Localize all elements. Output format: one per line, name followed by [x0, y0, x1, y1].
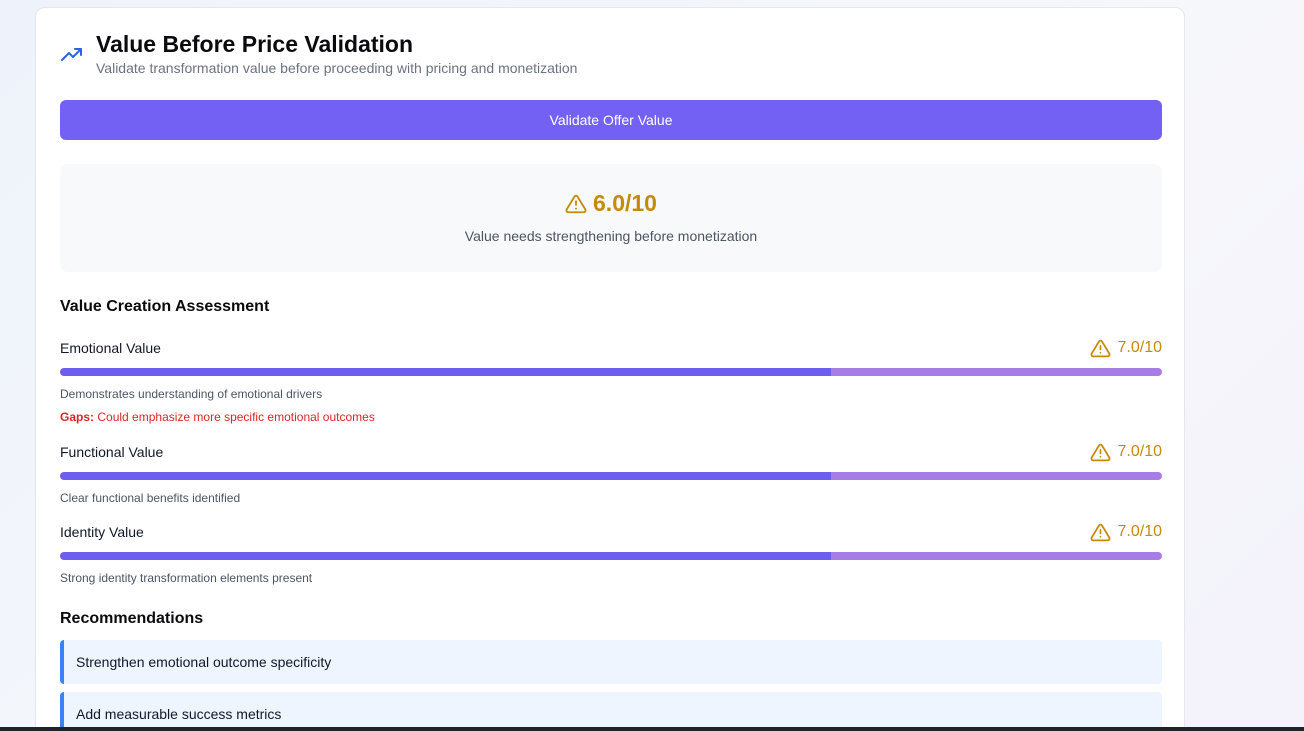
gaps-text: Could emphasize more specific emotional …: [97, 410, 375, 424]
metric-description: Demonstrates understanding of emotional …: [60, 387, 323, 401]
metric-score-value: 7.0/10: [1117, 339, 1162, 356]
metric-identity-value: Identity Value 7.0/10 Strong identity tr…: [60, 521, 1162, 585]
validate-offer-button[interactable]: Validate Offer Value: [60, 100, 1162, 140]
metric-name: Identity Value: [60, 524, 144, 540]
page-subtitle: Validate transformation value before pro…: [96, 60, 578, 76]
recommendations-title: Recommendations: [60, 610, 204, 627]
metric-header: Emotional Value 7.0/10: [60, 337, 1162, 359]
metric-progress-bar: [60, 368, 1162, 376]
metric-score-value: 7.0/10: [1117, 443, 1162, 460]
gaps-label: Gaps:: [60, 410, 95, 424]
metric-score: 7.0/10: [1090, 442, 1162, 463]
overall-score: 6.0/10: [593, 190, 657, 216]
validation-card: Value Before Price Validation Validate t…: [35, 7, 1185, 731]
metric-gaps: Gaps: Could emphasize more specific emot…: [60, 410, 1162, 424]
metric-name: Emotional Value: [60, 340, 161, 356]
warning-triangle-icon: [1090, 443, 1111, 461]
card-header: Value Before Price Validation Validate t…: [60, 30, 577, 77]
metric-progress-fill: [60, 472, 832, 480]
metric-header: Identity Value 7.0/10: [60, 521, 1162, 543]
metric-score: 7.0/10: [1090, 522, 1162, 543]
metric-score-value: 7.0/10: [1117, 523, 1162, 540]
metric-emotional-value: Emotional Value 7.0/10 Demonstrates unde…: [60, 337, 1162, 424]
warning-triangle-icon: [1090, 523, 1111, 541]
metric-description: Clear functional benefits identified: [60, 491, 241, 505]
overall-score-panel: 6.0/10 Value needs strengthening before …: [60, 164, 1162, 272]
metric-progress-fill: [60, 368, 832, 376]
page-title: Value Before Price Validation: [96, 31, 414, 57]
metric-progress-bar: [60, 472, 1162, 480]
bottom-edge: [0, 727, 1304, 731]
metric-progress-bar: [60, 552, 1162, 560]
recommendation-item: Strengthen emotional outcome specificity: [60, 640, 1162, 684]
header-text: Value Before Price Validation Validate t…: [96, 30, 577, 77]
assessment-title: Value Creation Assessment: [60, 298, 270, 315]
metric-description: Strong identity transformation elements …: [60, 571, 313, 585]
warning-triangle-icon: [565, 194, 587, 213]
overall-score-line: 6.0/10: [60, 190, 1162, 217]
recommendation-item: Add measurable success metrics: [60, 692, 1162, 731]
metric-functional-value: Functional Value 7.0/10 Clear functional…: [60, 441, 1162, 505]
metric-score: 7.0/10: [1090, 338, 1162, 359]
overall-score-caption: Value needs strengthening before monetiz…: [464, 228, 758, 244]
metric-name: Functional Value: [60, 444, 164, 460]
metric-progress-fill: [60, 552, 832, 560]
warning-triangle-icon: [1090, 339, 1111, 357]
trending-up-icon: [61, 48, 82, 61]
metric-header: Functional Value 7.0/10: [60, 441, 1162, 463]
